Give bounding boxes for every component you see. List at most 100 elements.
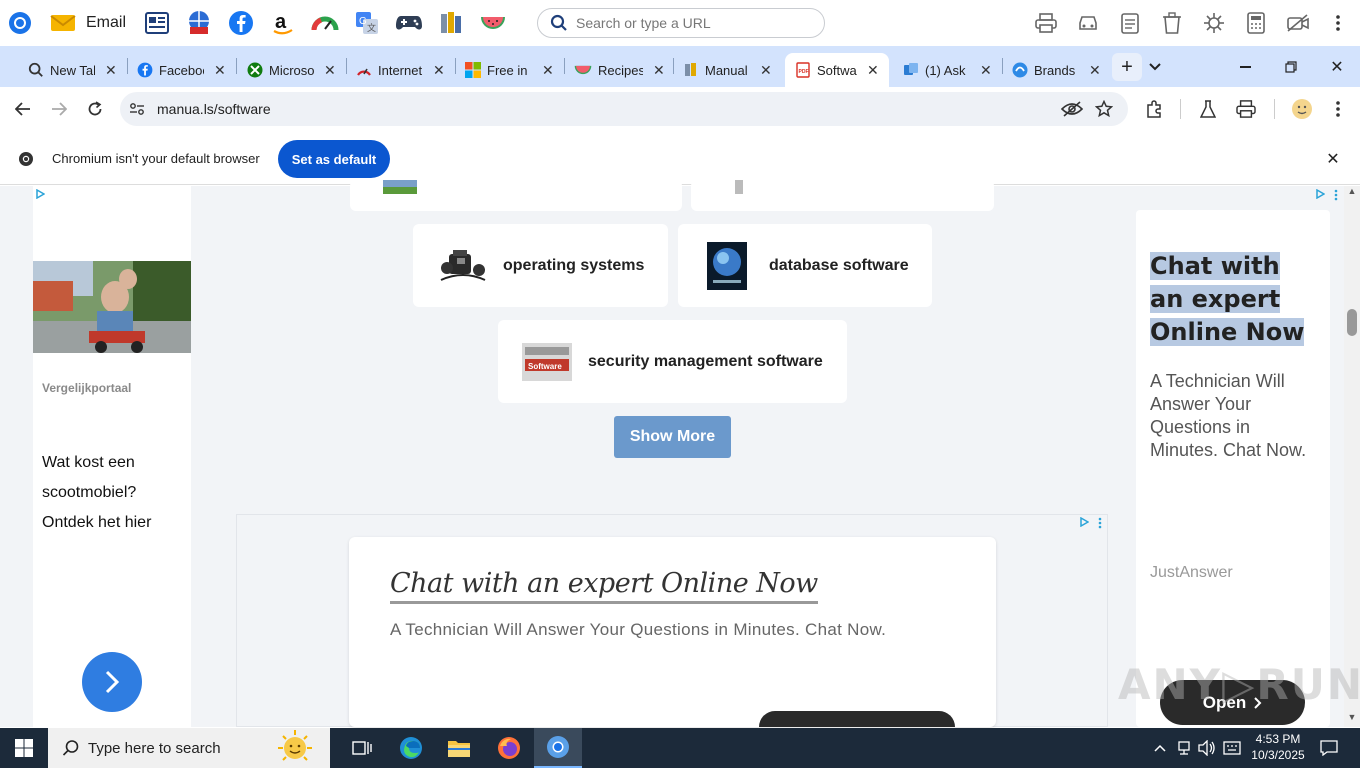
set-as-default-button[interactable]: Set as default: [278, 140, 390, 178]
close-icon[interactable]: ✕: [653, 62, 665, 79]
notification-icon[interactable]: [1317, 736, 1341, 760]
tab-microsoft[interactable]: Microsoft ✕: [237, 53, 346, 87]
taskbar-search-box[interactable]: Type here to search: [48, 728, 330, 768]
browser-logo-icon[interactable]: [5, 8, 35, 38]
task-view-icon[interactable]: [342, 728, 382, 768]
more-vertical-icon[interactable]: [1323, 8, 1353, 38]
middle-ad-headline[interactable]: Chat with an expert Online Now: [390, 568, 818, 604]
close-icon[interactable]: ✕: [542, 62, 554, 79]
new-tab-button[interactable]: +: [1112, 53, 1142, 81]
network-icon[interactable]: [1174, 738, 1194, 758]
virus-icon[interactable]: [1199, 8, 1229, 38]
translate-icon[interactable]: G文: [352, 8, 382, 38]
tab-facebook[interactable]: Facebook ✕: [127, 53, 236, 87]
tab-internet[interactable]: Internet ✕: [346, 53, 455, 87]
trash-icon[interactable]: [1157, 8, 1187, 38]
start-button[interactable]: [0, 728, 48, 768]
volume-icon[interactable]: [1197, 738, 1217, 758]
tab-ask[interactable]: (1) Ask ✕: [893, 53, 1002, 87]
close-icon[interactable]: ✕: [867, 62, 879, 79]
close-icon[interactable]: ✕: [324, 62, 336, 79]
close-icon[interactable]: ✕: [105, 62, 117, 79]
speedometer-icon[interactable]: [310, 8, 340, 38]
tab-software[interactable]: PDF Software ✕: [785, 53, 889, 87]
email-bookmark[interactable]: Email: [50, 8, 130, 38]
edge-icon[interactable]: [390, 728, 432, 768]
watermelon-icon[interactable]: [478, 8, 508, 38]
chromium-taskbar-icon[interactable]: [534, 728, 582, 768]
category-card-partial[interactable]: [691, 180, 994, 211]
print-shortcut-icon[interactable]: [1031, 8, 1061, 38]
adchoices-icon[interactable]: [33, 188, 47, 200]
left-ad-text[interactable]: Wat kost een scootmobiel? Ontdek het hie…: [42, 448, 182, 538]
close-window-button[interactable]: ✕: [1320, 54, 1354, 80]
scrollbar-thumb[interactable]: [1347, 309, 1357, 336]
reload-button[interactable]: [80, 94, 110, 124]
no-video-icon[interactable]: [1283, 8, 1313, 38]
extensions-icon[interactable]: [1141, 96, 1167, 122]
ad-photo-image[interactable]: [33, 261, 191, 353]
site-info-icon[interactable]: [120, 102, 154, 116]
right-ad-advertiser[interactable]: JustAnswer: [1150, 564, 1233, 582]
arrow-left-icon: [15, 102, 30, 116]
close-icon[interactable]: ✕: [214, 62, 226, 79]
tab-manual[interactable]: Manual ✕: [673, 53, 782, 87]
car-icon[interactable]: [1073, 8, 1103, 38]
calculator-icon[interactable]: [1241, 8, 1271, 38]
amazon-icon[interactable]: a: [268, 8, 298, 38]
chevron-up-icon[interactable]: [1150, 738, 1170, 758]
facebook-icon[interactable]: [226, 8, 256, 38]
close-icon[interactable]: ✕: [980, 62, 992, 79]
taskbar-clock[interactable]: 4:53 PM 10/3/2025: [1248, 731, 1308, 763]
menu-more-icon[interactable]: [1326, 96, 1350, 122]
tab-new-tab[interactable]: New Tab ✕: [18, 53, 126, 87]
profile-avatar[interactable]: [1288, 96, 1316, 122]
tab-search-button[interactable]: [1142, 53, 1168, 81]
middle-ad-open-button[interactable]: [759, 711, 955, 727]
gamepad-icon[interactable]: [394, 8, 424, 38]
close-icon[interactable]: ✕: [760, 62, 772, 79]
firefox-icon[interactable]: [488, 728, 530, 768]
right-ad-body[interactable]: A Technician Will Answer Your Questions …: [1150, 370, 1318, 462]
category-card-operating-systems[interactable]: operating systems: [413, 224, 668, 307]
scroll-down-arrow-icon[interactable]: ▼: [1347, 712, 1357, 724]
right-ad-headline[interactable]: Chat with an expert Online Now: [1150, 250, 1320, 349]
file-explorer-icon[interactable]: [438, 728, 480, 768]
category-card-security-management-software[interactable]: Software security management software: [498, 320, 847, 403]
ad-more-icon[interactable]: [1333, 188, 1339, 201]
close-icon[interactable]: ✕: [1089, 62, 1101, 79]
back-button[interactable]: [8, 94, 38, 124]
minimize-button[interactable]: [1228, 54, 1262, 80]
omnibox[interactable]: manua.ls/software: [120, 92, 1128, 126]
close-icon[interactable]: ✕: [433, 62, 445, 79]
forward-button[interactable]: [44, 94, 74, 124]
keyboard-icon[interactable]: [1222, 738, 1242, 758]
notes-icon[interactable]: [1115, 8, 1145, 38]
restore-button[interactable]: [1274, 54, 1308, 80]
left-ad-source[interactable]: Vergelijkportaal: [42, 381, 131, 395]
middle-ad-body[interactable]: A Technician Will Answer Your Questions …: [390, 620, 886, 640]
eye-off-icon[interactable]: [1058, 96, 1086, 122]
scroll-up-arrow-icon[interactable]: ▲: [1347, 186, 1357, 198]
adchoices-icon[interactable]: [1313, 188, 1327, 200]
ad-more-icon[interactable]: [1097, 516, 1103, 529]
tab-recipes[interactable]: Recipes ✕: [564, 53, 673, 87]
adchoices-icon[interactable]: [1077, 516, 1091, 528]
tab-brands[interactable]: Brands ✕: [1002, 53, 1106, 87]
tab-free[interactable]: Free in ✕: [455, 53, 564, 87]
print-icon[interactable]: [1233, 96, 1259, 122]
show-more-button[interactable]: Show More: [614, 416, 731, 458]
news-grid-icon[interactable]: [142, 8, 172, 38]
bookmark-star-icon[interactable]: [1091, 96, 1117, 122]
page-scrollbar[interactable]: [1344, 186, 1360, 727]
news-globe-icon[interactable]: [184, 8, 214, 38]
labs-flask-icon[interactable]: [1195, 96, 1221, 122]
category-card-database-software[interactable]: database software: [678, 224, 932, 307]
bookmark-search-input[interactable]: Search or type a URL: [537, 8, 825, 38]
category-card-partial[interactable]: [350, 180, 682, 211]
left-ad-arrow-button[interactable]: [82, 652, 142, 712]
books-icon[interactable]: [436, 8, 466, 38]
sun-weather-icon: [278, 730, 312, 761]
url-text[interactable]: manua.ls/software: [157, 101, 271, 117]
infobar-close-icon[interactable]: ✕: [1322, 148, 1344, 170]
